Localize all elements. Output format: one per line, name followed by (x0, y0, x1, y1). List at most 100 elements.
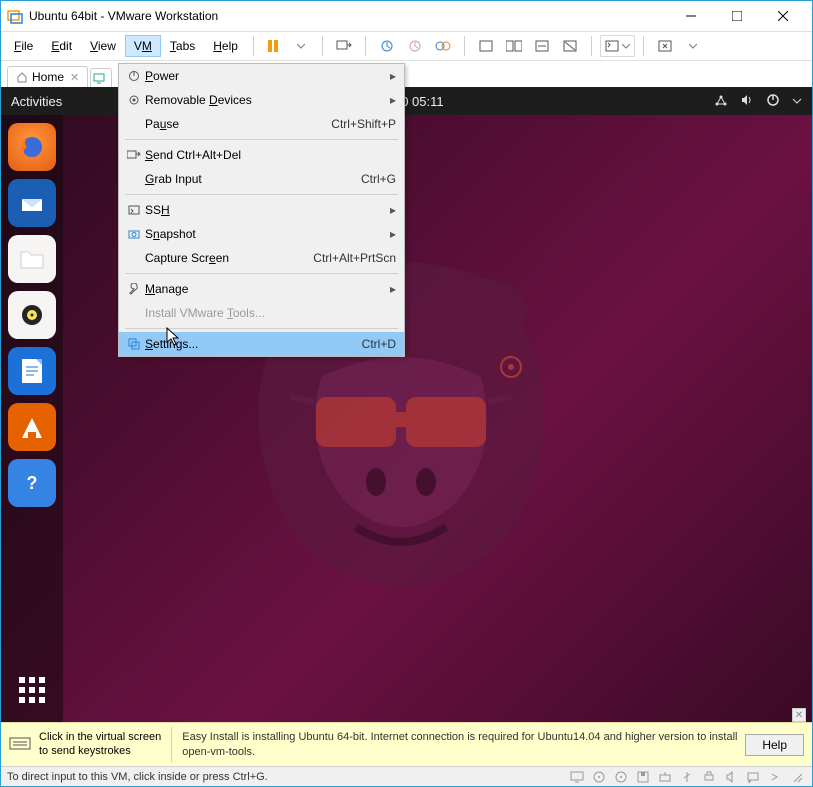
home-icon (16, 71, 28, 83)
maximize-button[interactable] (714, 1, 760, 31)
menuitem-pause[interactable]: Pause Ctrl+Shift+P (119, 112, 404, 136)
menuitem-settings-accel: Ctrl+D (362, 337, 396, 351)
menuitem-pause-accel: Ctrl+Shift+P (331, 117, 396, 131)
menu-divider (125, 194, 398, 195)
fullscreen-dropdown[interactable] (680, 34, 706, 58)
menu-divider (125, 139, 398, 140)
menuitem-capture-accel: Ctrl+Alt+PrtScn (313, 251, 396, 265)
tab-home-label: Home (32, 70, 64, 84)
dock-thunderbird[interactable] (8, 179, 56, 227)
activities-button[interactable]: Activities (11, 94, 62, 109)
printer-icon[interactable] (700, 769, 718, 785)
gear-icon (123, 94, 145, 106)
usb-icon[interactable] (678, 769, 696, 785)
device-icons (568, 769, 806, 785)
menu-view[interactable]: View (81, 35, 125, 57)
window-title: Ubuntu 64bit - VMware Workstation (29, 9, 668, 23)
menuitem-manage[interactable]: Manage ▸ (119, 277, 404, 301)
dock-help[interactable]: ? (8, 459, 56, 507)
menuitem-snapshot[interactable]: Snapshot ▸ (119, 222, 404, 246)
pause-button[interactable] (260, 34, 286, 58)
menuitem-pause-label: Pause (145, 117, 331, 131)
snapshot-manager-button[interactable] (430, 34, 456, 58)
minimize-button[interactable] (668, 1, 714, 31)
disk1-icon[interactable] (590, 769, 608, 785)
multi-monitor-button[interactable] (501, 34, 527, 58)
snapshot-icon (123, 228, 145, 240)
menuitem-send-cad[interactable]: Send Ctrl+Alt+Del (119, 143, 404, 167)
menuitem-snapshot-label: Snapshot (145, 227, 386, 241)
power-icon (766, 93, 780, 110)
menuitem-grab-input[interactable]: Grab Input Ctrl+G (119, 167, 404, 191)
monitor-icon[interactable] (568, 769, 586, 785)
menuitem-install-tools: Install VMware Tools... (119, 301, 404, 325)
tab-home[interactable]: Home ✕ (7, 66, 88, 87)
app-window: Ubuntu 64bit - VMware Workstation File E… (0, 0, 813, 787)
menuitem-ssh-label: SSH (145, 203, 386, 217)
menuitem-capture-screen[interactable]: Capture Screen Ctrl+Alt+PrtScn (119, 246, 404, 270)
menu-help[interactable]: Help (204, 35, 247, 57)
snapshot-revert-button[interactable] (402, 34, 428, 58)
separator (365, 36, 366, 56)
network-icon[interactable] (656, 769, 674, 785)
disk2-icon[interactable] (612, 769, 630, 785)
close-button[interactable] (760, 1, 806, 31)
show-console-button[interactable] (473, 34, 499, 58)
submenu-arrow-icon: ▸ (386, 203, 396, 217)
dock-rhythmbox[interactable] (8, 291, 56, 339)
power-dropdown[interactable] (288, 34, 314, 58)
menuitem-power[interactable]: Power ▸ (119, 64, 404, 88)
menu-file[interactable]: File (5, 35, 42, 57)
click-hint-line2: to send keystrokes (39, 745, 161, 758)
menuitem-manage-label: Manage (145, 282, 386, 296)
ubuntu-dock: ? (1, 115, 63, 722)
info-bar-close[interactable]: ✕ (792, 708, 806, 722)
more-icon[interactable] (766, 769, 784, 785)
quick-switch-button[interactable] (600, 35, 635, 57)
fullscreen-button[interactable] (652, 34, 678, 58)
separator (322, 36, 323, 56)
menu-divider (125, 273, 398, 274)
menuitem-settings[interactable]: Settings... Ctrl+D (119, 332, 404, 356)
menuitem-removable-devices[interactable]: Removable Devices ▸ (119, 88, 404, 112)
floppy-icon[interactable] (634, 769, 652, 785)
tab-vm-partial[interactable] (90, 68, 112, 87)
vmware-icon (7, 8, 23, 24)
status-message: To direct input to this VM, click inside… (7, 771, 568, 783)
menuitem-grab-accel: Ctrl+G (361, 172, 396, 186)
mouse-cursor (166, 327, 182, 347)
separator (643, 36, 644, 56)
snapshot-take-button[interactable] (374, 34, 400, 58)
help-button[interactable]: Help (745, 734, 804, 756)
ssh-icon (123, 204, 145, 216)
menuitem-ssh[interactable]: SSH ▸ (119, 198, 404, 222)
message-icon[interactable] (744, 769, 762, 785)
menuitem-grab-label: Grab Input (145, 172, 361, 186)
system-status-area[interactable] (714, 93, 802, 110)
separator (464, 36, 465, 56)
sound-icon[interactable] (722, 769, 740, 785)
dock-libreoffice-writer[interactable] (8, 347, 56, 395)
send-cad-icon (123, 149, 145, 161)
toolbar (260, 34, 706, 58)
menu-vm[interactable]: VM (125, 35, 161, 57)
settings-icon (123, 338, 145, 350)
menu-edit[interactable]: Edit (42, 35, 81, 57)
stretch-button[interactable] (529, 34, 555, 58)
resize-grip[interactable] (788, 769, 806, 785)
send-cad-button[interactable] (331, 34, 357, 58)
unity-button[interactable] (557, 34, 583, 58)
dock-firefox[interactable] (8, 123, 56, 171)
menu-tabs[interactable]: Tabs (161, 35, 204, 57)
tab-home-close[interactable]: ✕ (70, 71, 79, 84)
menuitem-installtools-label: Install VMware Tools... (145, 306, 396, 320)
submenu-arrow-icon: ▸ (386, 282, 396, 296)
menuitem-power-label: Power (145, 69, 386, 83)
dock-files[interactable] (8, 235, 56, 283)
click-hint-line1: Click in the virtual screen (39, 731, 161, 744)
dock-ubuntu-software[interactable] (8, 403, 56, 451)
info-bar: ✕ Click in the virtual screen to send ke… (1, 722, 812, 766)
menuitem-removable-label: Removable Devices (145, 93, 386, 107)
separator (171, 727, 172, 762)
dock-show-apps[interactable] (8, 666, 56, 714)
